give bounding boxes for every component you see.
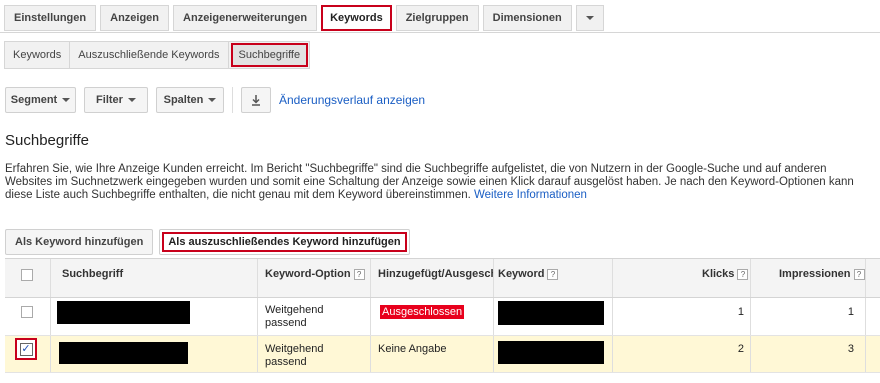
toolbar: Segment Filter Spalten Änderungsverlauf …: [5, 87, 425, 113]
download-icon: [252, 95, 260, 106]
header-impressions-label: Impressionen: [779, 268, 851, 280]
table-row[interactable]: Weitgehend passend Ausgeschlossen 1 1: [5, 298, 880, 336]
segment-button[interactable]: Segment: [5, 87, 76, 113]
columns-button[interactable]: Spalten: [156, 87, 224, 113]
redacted-search-term: [57, 301, 190, 324]
table-row-selected[interactable]: ✓ Weitgehend passend Keine Angabe 2 3: [5, 336, 880, 373]
chevron-down-icon: [208, 98, 217, 102]
row-checkbox-checked[interactable]: ✓: [19, 342, 33, 356]
keyword-option-value: Weitgehend passend: [265, 343, 324, 368]
chevron-down-icon: [585, 16, 594, 20]
filter-button[interactable]: Filter: [84, 87, 148, 113]
download-button[interactable]: [241, 87, 271, 113]
help-icon[interactable]: ?: [853, 268, 865, 280]
redacted-search-term: [59, 342, 188, 364]
add-negative-keyword-label: Als auszuschließendes Keyword hinzufügen: [162, 232, 407, 252]
status-value: Keine Angabe: [378, 343, 447, 355]
header-keyword-option-label: Keyword-Option: [265, 268, 351, 280]
help-icon[interactable]: ?: [547, 268, 559, 280]
tab-keywords[interactable]: Keywords: [321, 5, 392, 31]
row-checkbox-highlight[interactable]: ✓: [15, 338, 37, 360]
more-tabs-button[interactable]: [575, 5, 604, 31]
header-keyword-option[interactable]: Keyword-Option?: [265, 268, 365, 280]
subtab-search-terms[interactable]: Suchbegriffe: [230, 43, 309, 67]
filter-label: Filter: [96, 94, 123, 106]
page-title: Suchbegriffe: [5, 132, 89, 149]
impressions-value: 3: [847, 343, 854, 355]
tab-divider: [0, 32, 880, 33]
learn-more-link[interactable]: Weitere Informationen: [474, 189, 587, 201]
subtab-negative-keywords[interactable]: Auszuschließende Keywords: [70, 42, 229, 68]
clicks-value: 2: [737, 343, 744, 355]
sub-tabs: Keywords Auszuschließende Keywords Suchb…: [4, 41, 311, 69]
header-keyword-label: Keyword: [498, 268, 545, 280]
tab-anzeigenerweiterungen[interactable]: Anzeigenerweiterungen: [173, 5, 318, 31]
clicks-value: 1: [737, 306, 744, 318]
header-clicks[interactable]: Klicks?: [702, 268, 749, 280]
impressions-value: 1: [847, 306, 854, 318]
header-impressions[interactable]: Impressionen?: [779, 268, 865, 280]
redacted-keyword: [498, 301, 604, 325]
select-all-checkbox[interactable]: [21, 269, 33, 281]
add-negative-keyword-button[interactable]: Als auszuschließendes Keyword hinzufügen: [159, 229, 410, 255]
row-checkbox[interactable]: [21, 306, 33, 318]
search-terms-table: Suchbegriff Keyword-Option? Hinzugefügt/…: [5, 258, 880, 383]
header-keyword[interactable]: Keyword?: [498, 268, 559, 280]
subtab-keywords[interactable]: Keywords: [5, 42, 71, 68]
action-bar: Als Keyword hinzufügen Als auszuschließe…: [5, 229, 416, 255]
header-search-term[interactable]: Suchbegriff: [62, 268, 123, 280]
segment-label: Segment: [10, 94, 58, 106]
toolbar-separator: [232, 87, 233, 113]
help-icon[interactable]: ?: [737, 268, 749, 280]
header-clicks-label: Klicks: [702, 268, 735, 280]
tab-zielgruppen[interactable]: Zielgruppen: [395, 5, 479, 31]
description-text: Erfahren Sie, wie Ihre Anzeige Kunden er…: [5, 163, 854, 201]
chevron-down-icon: [62, 98, 71, 102]
table-header: Suchbegriff Keyword-Option? Hinzugefügt/…: [5, 258, 880, 298]
tab-dimensionen[interactable]: Dimensionen: [482, 5, 572, 31]
columns-label: Spalten: [163, 94, 204, 106]
status-badge: Ausgeschlossen: [380, 305, 465, 319]
tab-einstellungen[interactable]: Einstellungen: [4, 5, 97, 31]
page-description: Erfahren Sie, wie Ihre Anzeige Kunden er…: [5, 163, 875, 202]
add-keyword-button[interactable]: Als Keyword hinzufügen: [5, 229, 154, 255]
header-added-excluded[interactable]: Hinzugefügt/Ausgeschlossen: [378, 268, 494, 280]
tab-anzeigen[interactable]: Anzeigen: [100, 5, 170, 31]
help-icon[interactable]: ?: [353, 268, 365, 280]
change-history-link[interactable]: Änderungsverlauf anzeigen: [279, 93, 425, 107]
keyword-option-value: Weitgehend passend: [265, 304, 324, 329]
main-tabs: Einstellungen Anzeigen Anzeigenerweiteru…: [4, 5, 608, 33]
redacted-keyword: [498, 341, 604, 364]
chevron-down-icon: [127, 98, 136, 102]
